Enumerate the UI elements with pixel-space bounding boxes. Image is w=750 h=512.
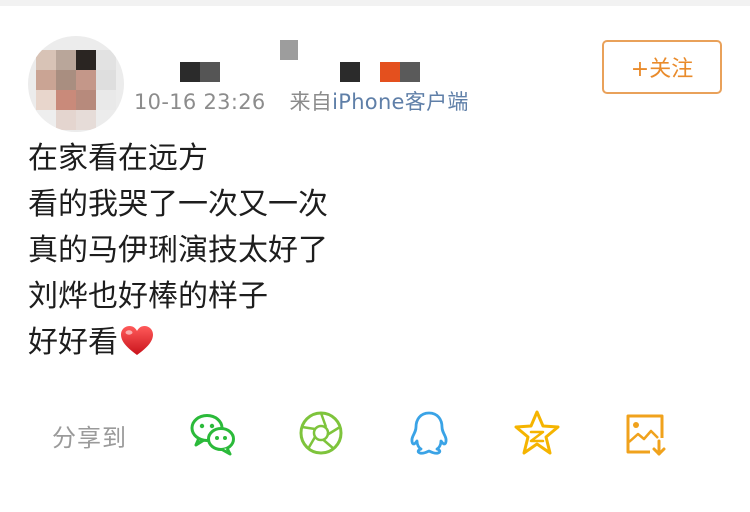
share-label: 分享到 (52, 424, 127, 452)
content-line: 看的我哭了一次又一次 (28, 187, 328, 222)
share-wechat-button[interactable] (188, 408, 238, 458)
share-qq-button[interactable] (404, 408, 454, 458)
avatar[interactable] (28, 36, 124, 132)
share-qzone-button[interactable] (512, 408, 562, 458)
share-moments-button[interactable] (296, 408, 346, 458)
qq-icon (410, 411, 448, 455)
top-divider (0, 0, 750, 6)
content-line: 真的马伊琍演技太好了 (28, 233, 328, 268)
username-blurred[interactable] (170, 38, 430, 82)
source-prefix: 来自 (289, 90, 333, 114)
content-line: 好好看 (28, 325, 118, 360)
source-link[interactable]: iPhone客户端 (332, 90, 469, 114)
follow-button[interactable]: +关注 (602, 40, 722, 94)
heart-emoji-icon (120, 324, 154, 358)
save-image-button[interactable] (620, 408, 670, 458)
share-row: 分享到 (0, 400, 750, 466)
moments-icon (299, 411, 343, 455)
qzone-star-icon (514, 410, 560, 455)
content-line: 刘烨也好棒的样子 (28, 279, 268, 314)
wechat-icon (190, 414, 235, 456)
content-line: 在家看在远方 (28, 141, 208, 176)
content-line-last: 好好看 (28, 320, 328, 366)
post-meta: 10-16 23:26 来自iPhone客户端 (134, 86, 469, 116)
post-timestamp: 10-16 23:26 (134, 90, 266, 114)
post-content: 在家看在远方 看的我哭了一次又一次 真的马伊琍演技太好了 刘烨也好棒的样子 好好… (28, 136, 328, 366)
save-image-icon (626, 414, 666, 456)
